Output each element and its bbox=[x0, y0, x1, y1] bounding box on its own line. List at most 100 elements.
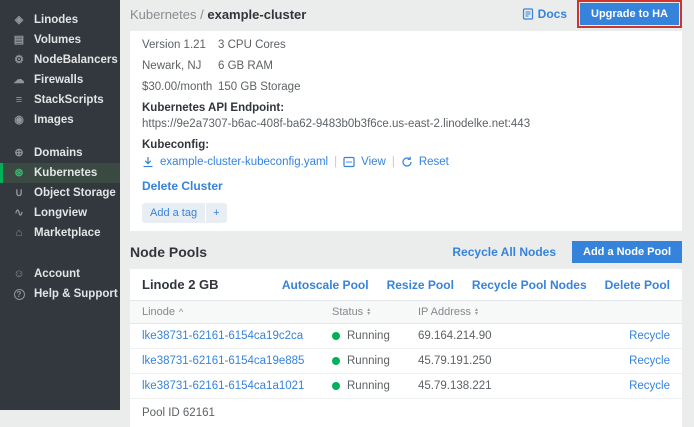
upgrade-to-ha-button[interactable]: Upgrade to HA bbox=[580, 3, 679, 25]
add-tag-button[interactable]: Add a tag + bbox=[142, 203, 227, 223]
sidebar-item-help-support[interactable]: ? Help & Support bbox=[0, 284, 120, 304]
sort-icon: ▴▾ bbox=[367, 308, 370, 316]
breadcrumb-current: example-cluster bbox=[207, 7, 306, 22]
spec-ram: 6 GB RAM bbox=[218, 59, 670, 73]
stackscripts-icon: ≡ bbox=[12, 95, 26, 106]
column-label: Status bbox=[332, 306, 363, 318]
sidebar-item-volumes[interactable]: ▤ Volumes bbox=[0, 30, 120, 50]
plus-icon: + bbox=[205, 203, 226, 223]
node-status: Running bbox=[332, 355, 418, 367]
separator: | bbox=[392, 155, 395, 169]
sidebar-item-label: Marketplace bbox=[34, 227, 100, 239]
reset-icon bbox=[401, 156, 413, 168]
api-endpoint-label: Kubernetes API Endpoint: bbox=[142, 101, 670, 115]
cluster-specs: Version 1.21 3 CPU Cores Newark, NJ 6 GB… bbox=[142, 38, 670, 94]
table-row: lke38731-62161-6154ca19e885 Running 45.7… bbox=[130, 349, 682, 374]
spec-storage: 150 GB Storage bbox=[218, 80, 670, 94]
add-node-pool-button[interactable]: Add a Node Pool bbox=[572, 241, 682, 263]
recycle-all-nodes-link[interactable]: Recycle All Nodes bbox=[452, 245, 556, 259]
sidebar-item-images[interactable]: ◉ Images bbox=[0, 110, 120, 130]
sidebar-item-label: Help & Support bbox=[34, 288, 118, 300]
autoscale-pool-link[interactable]: Autoscale Pool bbox=[282, 278, 369, 292]
sort-asc-icon: ^ bbox=[179, 308, 183, 317]
sidebar-item-account[interactable]: ☺ Account bbox=[0, 264, 120, 284]
node-status: Running bbox=[332, 380, 418, 392]
docs-link[interactable]: Docs bbox=[522, 7, 567, 21]
status-label: Running bbox=[347, 380, 390, 392]
kubeconfig-actions: example-cluster-kubeconfig.yaml | View |… bbox=[142, 155, 670, 169]
marketplace-icon: ⌂ bbox=[12, 228, 26, 239]
kubeconfig-view-link[interactable]: View bbox=[361, 155, 386, 169]
sidebar-item-kubernetes[interactable]: ⊛ Kubernetes bbox=[0, 163, 120, 183]
column-header-ip[interactable]: IP Address ▴▾ bbox=[418, 306, 568, 318]
table-header: Linode ^ Status ▴▾ IP Address ▴▾ bbox=[130, 300, 682, 324]
column-header-linode[interactable]: Linode ^ bbox=[142, 306, 332, 318]
kubeconfig-download-link[interactable]: example-cluster-kubeconfig.yaml bbox=[160, 155, 328, 169]
kubeconfig-reset-link[interactable]: Reset bbox=[419, 155, 449, 169]
status-label: Running bbox=[347, 330, 390, 342]
node-action-cell: Recycle bbox=[568, 380, 682, 392]
node-action-cell: Recycle bbox=[568, 330, 682, 342]
sidebar-item-label: Object Storage bbox=[34, 187, 116, 199]
node-status: Running bbox=[332, 330, 418, 342]
bucket-icon: ∪ bbox=[12, 188, 26, 199]
sidebar: ◈ Linodes ▤ Volumes ⚙ NodeBalancers ☁ Fi… bbox=[0, 0, 120, 410]
sidebar-item-stackscripts[interactable]: ≡ StackScripts bbox=[0, 90, 120, 110]
status-running-icon bbox=[332, 332, 340, 340]
node-link[interactable]: lke38731-62161-6154ca1a1021 bbox=[142, 380, 332, 392]
pool-name: Linode 2 GB bbox=[142, 277, 219, 292]
spec-version: Version 1.21 bbox=[142, 38, 218, 52]
resize-pool-link[interactable]: Resize Pool bbox=[387, 278, 454, 292]
sidebar-item-linodes[interactable]: ◈ Linodes bbox=[0, 10, 120, 30]
column-label: IP Address bbox=[418, 306, 471, 318]
kubernetes-helm-icon: ⊛ bbox=[12, 168, 26, 179]
firewalls-icon: ☁ bbox=[12, 75, 26, 86]
recycle-pool-nodes-link[interactable]: Recycle Pool Nodes bbox=[472, 278, 587, 292]
pool-actions: Autoscale Pool Resize Pool Recycle Pool … bbox=[282, 278, 670, 292]
sidebar-item-marketplace[interactable]: ⌂ Marketplace bbox=[0, 223, 120, 243]
docs-icon bbox=[522, 8, 534, 20]
recycle-node-link[interactable]: Recycle bbox=[629, 355, 670, 367]
docs-label: Docs bbox=[538, 7, 567, 21]
table-row: lke38731-62161-6154ca1a1021 Running 45.7… bbox=[130, 374, 682, 399]
sidebar-item-object-storage[interactable]: ∪ Object Storage bbox=[0, 183, 120, 203]
topbar-actions: Docs Upgrade to HA bbox=[522, 0, 682, 28]
sidebar-item-longview[interactable]: ∿ Longview bbox=[0, 203, 120, 223]
sidebar-item-label: Account bbox=[34, 268, 80, 280]
delete-cluster-link[interactable]: Delete Cluster bbox=[142, 179, 223, 193]
column-header-status[interactable]: Status ▴▾ bbox=[332, 306, 418, 318]
download-icon bbox=[142, 156, 154, 168]
status-running-icon bbox=[332, 382, 340, 390]
account-icon: ☺ bbox=[12, 269, 26, 280]
images-icon: ◉ bbox=[12, 115, 26, 126]
cluster-summary-card: Version 1.21 3 CPU Cores Newark, NJ 6 GB… bbox=[130, 31, 682, 231]
sidebar-item-domains[interactable]: ⊕ Domains bbox=[0, 143, 120, 163]
kubeconfig-label: Kubeconfig: bbox=[142, 138, 670, 152]
node-ip: 45.79.138.221 bbox=[418, 380, 568, 392]
sidebar-item-label: Images bbox=[34, 114, 74, 126]
spec-price: $30.00/month bbox=[142, 80, 218, 94]
node-pools-title: Node Pools bbox=[130, 244, 207, 260]
volumes-icon: ▤ bbox=[12, 35, 26, 46]
view-icon bbox=[343, 156, 355, 168]
node-link[interactable]: lke38731-62161-6154ca19c2ca bbox=[142, 330, 332, 342]
separator: | bbox=[334, 155, 337, 169]
pulse-icon: ∿ bbox=[12, 208, 26, 219]
node-action-cell: Recycle bbox=[568, 355, 682, 367]
breadcrumb-section[interactable]: Kubernetes bbox=[130, 7, 197, 22]
help-icon: ? bbox=[12, 289, 26, 300]
pool-id-footer: Pool ID 62161 bbox=[130, 399, 682, 427]
main-content: Kubernetes / example-cluster Docs Upgrad… bbox=[120, 0, 694, 410]
delete-pool-link[interactable]: Delete Pool bbox=[605, 278, 670, 292]
sort-icon: ▴▾ bbox=[475, 308, 478, 316]
add-tag-label: Add a tag bbox=[142, 203, 205, 223]
sidebar-item-label: Firewalls bbox=[34, 74, 83, 86]
sidebar-item-nodebalancers[interactable]: ⚙ NodeBalancers bbox=[0, 50, 120, 70]
sidebar-item-firewalls[interactable]: ☁ Firewalls bbox=[0, 70, 120, 90]
recycle-node-link[interactable]: Recycle bbox=[629, 380, 670, 392]
sidebar-item-label: Volumes bbox=[34, 34, 81, 46]
spec-region: Newark, NJ bbox=[142, 59, 218, 73]
recycle-node-link[interactable]: Recycle bbox=[629, 330, 670, 342]
node-link[interactable]: lke38731-62161-6154ca19e885 bbox=[142, 355, 332, 367]
nodebalancers-icon: ⚙ bbox=[12, 55, 26, 66]
